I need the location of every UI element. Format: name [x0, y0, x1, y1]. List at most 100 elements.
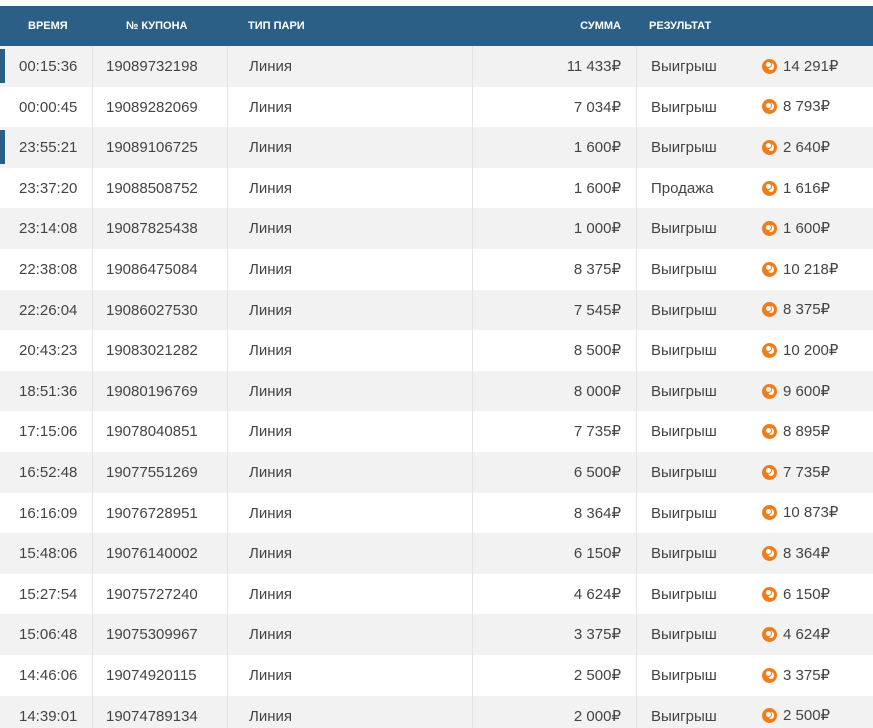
column-divider: [227, 127, 228, 168]
cell-sum: 6 150₽: [573, 545, 621, 563]
cell-time: 16:16:09: [19, 504, 78, 522]
header-sum[interactable]: СУММА: [580, 6, 621, 46]
column-divider: [636, 411, 637, 452]
table-row[interactable]: 16:16:09 19076728951 Линия 8 364₽ Выигрыш 10 …: [0, 492, 873, 534]
table-row[interactable]: 18:51:36 19080196769 Линия 8 000₽ Выигрыш 9 6…: [0, 370, 873, 412]
cell-time: 15:06:48: [19, 626, 78, 644]
table-row[interactable]: 15:06:48 19075309967 Линия 3 375₽ Выигрыш 4 6…: [0, 614, 873, 655]
cell-sum: 8 375₽: [573, 260, 621, 278]
column-divider: [227, 451, 228, 493]
cell-bet-type: Линия: [249, 666, 293, 684]
column-divider: [227, 614, 228, 655]
table-row[interactable]: 00:00:45 19089282069 Линия 7 034₽ Выигрыш 8 7…: [0, 86, 873, 128]
cell-payout: 2 500₽: [762, 696, 830, 728]
cell-sum: 7 735₽: [573, 423, 621, 441]
table-row[interactable]: 23:37:20 19088508752 Линия 1 600₽ Продажа 1 6…: [0, 167, 873, 209]
payout-amount: 1 600₽: [783, 220, 831, 238]
column-divider: [472, 533, 473, 574]
cell-payout: 9 600₽: [762, 371, 830, 412]
payout-amount: 10 873₽: [783, 504, 839, 522]
cell-coupon-number: 19074920115: [106, 666, 197, 684]
column-divider: [227, 248, 228, 290]
table-row[interactable]: 17:15:06 19078040851 Линия 7 735₽ Выигрыш 8 8…: [0, 411, 873, 452]
cell-bet-type: Линия: [249, 504, 293, 522]
cell-bet-type: Линия: [249, 58, 293, 75]
cell-coupon-number: 19086475084: [106, 260, 198, 278]
cell-sum: 4 624₽: [573, 585, 621, 603]
coin-icon: [762, 261, 777, 277]
cell-bet-type: Линия: [249, 423, 293, 441]
column-divider: [227, 330, 228, 371]
header-type[interactable]: ТИП ПАРИ: [248, 6, 305, 46]
cell-time: 23:14:08: [19, 220, 78, 238]
payout-amount: 2 500₽: [783, 707, 831, 725]
column-divider: [636, 695, 637, 728]
payout-amount: 9 600₽: [783, 382, 831, 400]
cell-coupon-number: 19088508752: [106, 179, 198, 197]
cell-time: 15:48:06: [19, 545, 78, 563]
coin-icon: [762, 545, 777, 561]
header-result[interactable]: РЕЗУЛЬТАТ: [649, 6, 711, 46]
column-divider: [92, 46, 93, 87]
column-divider: [472, 248, 473, 290]
cell-bet-type: Линия: [249, 179, 293, 197]
table-row[interactable]: 14:46:06 19074920115 Линия 2 500₽ Выигрыш 3 3…: [0, 654, 873, 696]
cell-sum: 8 364₽: [573, 504, 621, 522]
cell-result: Выигрыш: [651, 301, 717, 319]
cell-coupon-number: 19080196769: [106, 382, 198, 400]
cell-bet-type: Линия: [249, 342, 293, 360]
payout-amount: 6 150₽: [783, 585, 831, 603]
cell-result: Выигрыш: [651, 220, 717, 238]
table-row[interactable]: 15:27:54 19075727240 Линия 4 624₽ Выигрыш 6 1…: [0, 573, 873, 615]
cell-coupon-number: 19089106725: [106, 139, 198, 157]
table-row[interactable]: 00:15:36 19089732198 Линия 11 433₽ Выигрыш 14…: [0, 46, 873, 87]
table-row[interactable]: 20:43:23 19083021282 Линия 8 500₽ Выигрыш 10 …: [0, 330, 873, 371]
table-row[interactable]: 23:55:21 19089106725 Линия 1 600₽ Выигрыш 2 6…: [0, 127, 873, 168]
column-divider: [227, 86, 228, 128]
cell-time: 00:00:45: [19, 98, 78, 116]
table-header: ВРЕМЯ № КУПОНА ТИП ПАРИ СУММА РЕЗУЛЬТАТ: [0, 6, 873, 46]
header-time[interactable]: ВРЕМЯ: [28, 6, 68, 46]
column-divider: [636, 248, 637, 290]
coin-icon: [762, 505, 777, 521]
column-divider: [636, 533, 637, 574]
cell-time: 17:15:06: [19, 423, 78, 441]
column-divider: [227, 46, 228, 87]
column-divider: [92, 127, 93, 168]
table-row[interactable]: 22:38:08 19086475084 Линия 8 375₽ Выигрыш 10 …: [0, 248, 873, 290]
cell-sum: 1 000₽: [573, 220, 621, 238]
column-divider: [472, 46, 473, 87]
cell-payout: 8 895₽: [762, 411, 830, 452]
column-divider: [92, 492, 93, 534]
column-divider: [636, 127, 637, 168]
column-divider: [227, 573, 228, 615]
cell-result: Выигрыш: [651, 423, 717, 441]
header-coupon[interactable]: № КУПОНА: [126, 6, 188, 46]
cell-payout: 1 600₽: [762, 208, 830, 249]
table-row[interactable]: 15:48:06 19076140002 Линия 6 150₽ Выигрыш 8 3…: [0, 533, 873, 574]
cell-result: Выигрыш: [651, 626, 717, 644]
table-row[interactable]: 22:26:04 19086027530 Линия 7 545₽ Выигрыш 8 3…: [0, 289, 873, 331]
coin-icon: [762, 180, 777, 196]
column-divider: [472, 127, 473, 168]
cell-result: Выигрыш: [651, 139, 717, 157]
table-row[interactable]: 23:14:08 19087825438 Линия 1 000₽ Выигрыш 1 6…: [0, 208, 873, 249]
cell-time: 23:37:20: [19, 179, 78, 197]
cell-sum: 1 600₽: [573, 179, 621, 197]
cell-time: 14:46:06: [19, 666, 78, 684]
cell-bet-type: Линия: [249, 98, 293, 116]
table-row[interactable]: 14:39:01 19074789134 Линия 2 000₽ Выигрыш 2 5…: [0, 695, 873, 728]
column-divider: [227, 654, 228, 696]
column-divider: [472, 330, 473, 371]
column-divider: [636, 330, 637, 371]
coin-icon: [762, 383, 777, 399]
cell-result: Выигрыш: [651, 98, 717, 116]
cell-payout: 10 218₽: [762, 249, 838, 290]
cell-sum: 11 433₽: [566, 58, 621, 75]
row-marker: [0, 130, 5, 165]
cell-sum: 1 600₽: [573, 139, 621, 157]
column-divider: [472, 451, 473, 493]
coin-icon: [762, 627, 777, 643]
cell-result: Выигрыш: [651, 545, 717, 563]
table-row[interactable]: 16:52:48 19077551269 Линия 6 500₽ Выигрыш 7 7…: [0, 451, 873, 493]
